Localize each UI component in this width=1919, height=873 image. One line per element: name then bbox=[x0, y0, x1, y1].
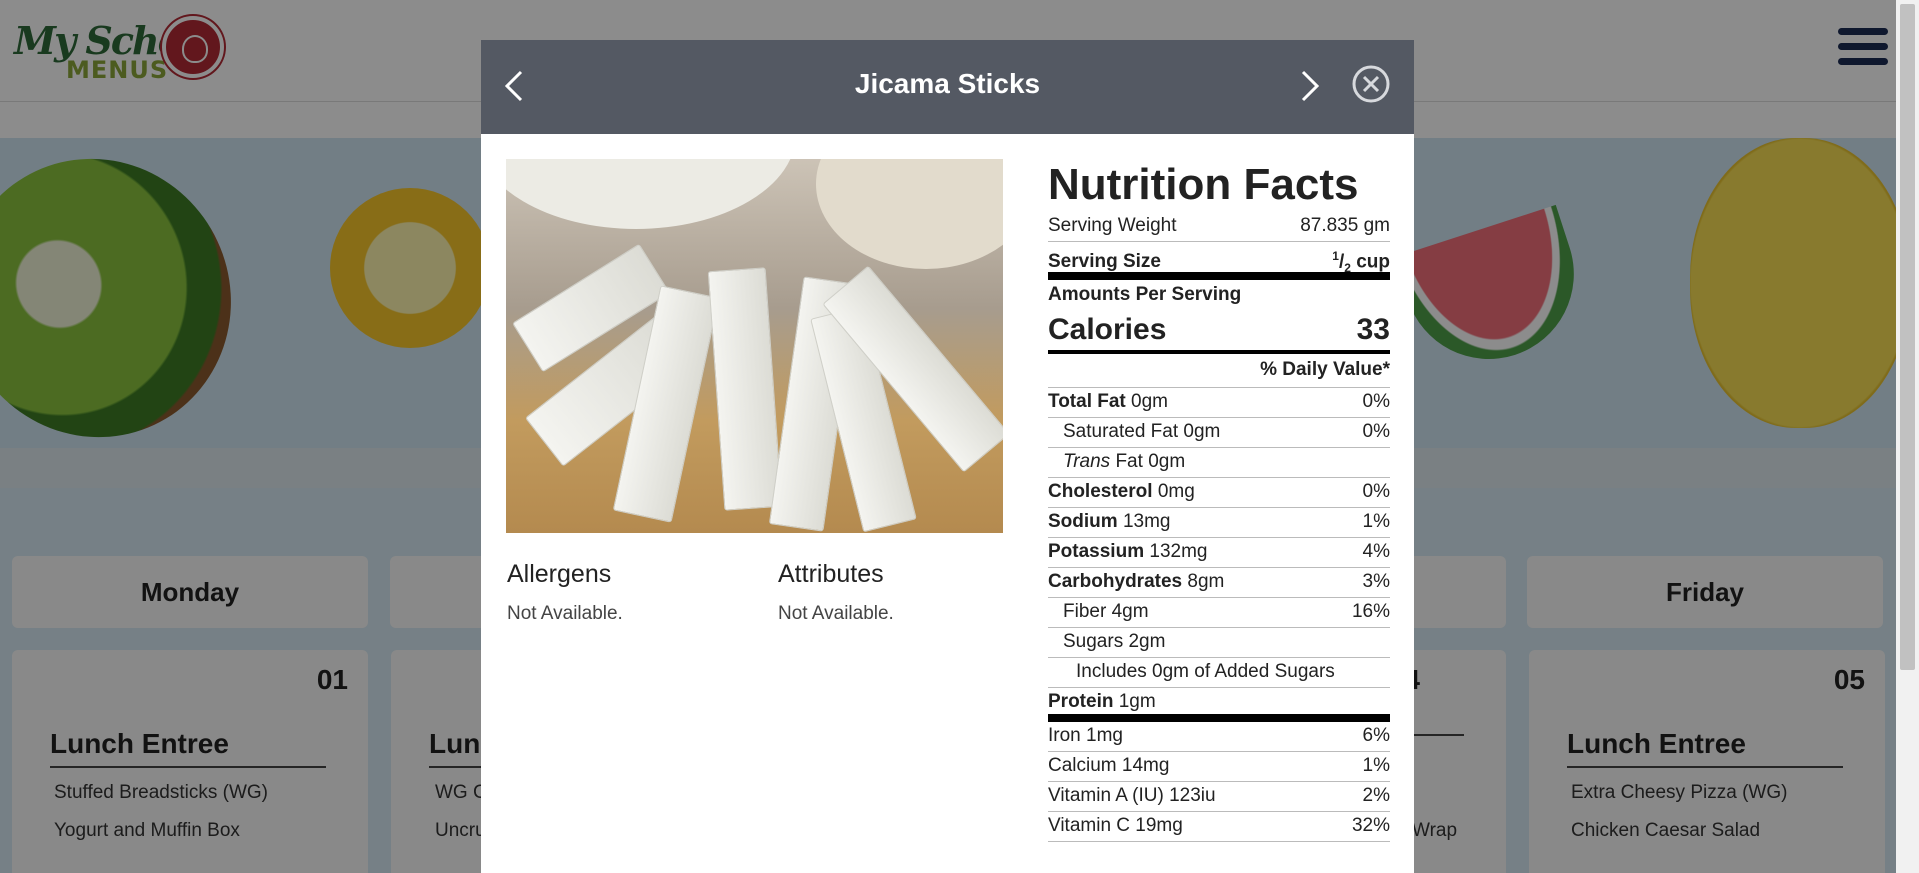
nutrient-amount: 123iu bbox=[1169, 785, 1216, 806]
calories-label: Calories bbox=[1048, 313, 1167, 346]
sodium-row: Sodium 13mg 1% bbox=[1048, 508, 1390, 538]
nutrient-dv: 6% bbox=[1362, 725, 1390, 746]
calcium-row: Calcium 14mg 1% bbox=[1048, 752, 1390, 782]
attributes-heading: Attributes bbox=[778, 560, 884, 588]
fiber-row: Fiber 4gm 16% bbox=[1048, 598, 1390, 628]
trans-fat-row: Trans Fat 0gm bbox=[1048, 448, 1390, 478]
serving-size-numerator: 1 bbox=[1332, 249, 1339, 263]
nutrient-label: Carbohydrates bbox=[1048, 571, 1183, 592]
jicama-round bbox=[816, 159, 1003, 269]
nutrition-facts-label: Nutrition Facts Serving Weight 87.835 gm… bbox=[1048, 158, 1390, 842]
nutrient-label: Fiber bbox=[1063, 601, 1107, 622]
nutrient-label: Sodium bbox=[1048, 511, 1118, 532]
allergens-value: Not Available. bbox=[507, 603, 623, 624]
nutrient-dv: 0% bbox=[1362, 391, 1390, 412]
modal-title: Jicama Sticks bbox=[854, 68, 1041, 99]
iron-row: Iron 1mg 6% bbox=[1048, 722, 1390, 752]
total-fat-row: Total Fat 0gm 0% bbox=[1048, 388, 1390, 418]
vitamin-a-row: Vitamin A (IU) 123iu 2% bbox=[1048, 782, 1390, 812]
nutrient-label: Potassium bbox=[1048, 541, 1145, 562]
nutrient-dv: 1% bbox=[1362, 755, 1390, 776]
calories-value: 33 bbox=[1356, 313, 1390, 346]
nutrient-amount: 132mg bbox=[1149, 541, 1208, 562]
vitamin-c-row: Vitamin C 19mg 32% bbox=[1048, 812, 1390, 842]
serving-weight-value: 87.835 gm bbox=[1300, 215, 1390, 236]
serving-size-row: Serving Size 1/2 cup bbox=[1048, 242, 1390, 280]
serving-size-label: Serving Size bbox=[1048, 251, 1161, 273]
food-photo bbox=[506, 159, 1003, 533]
nutrient-label: Vitamin C bbox=[1048, 815, 1131, 836]
nutrition-modal: Jicama Sticks Allergens Not Available. A… bbox=[481, 40, 1414, 873]
jicama-round bbox=[506, 159, 796, 229]
added-sugars-text: Includes 0gm of Added Sugars bbox=[1076, 661, 1335, 682]
nutrient-label: Sugars bbox=[1063, 631, 1124, 652]
daily-value-header: % Daily Value* bbox=[1048, 354, 1390, 388]
serving-size-denominator: 2 bbox=[1344, 261, 1351, 276]
nutrient-dv: 3% bbox=[1362, 571, 1390, 592]
saturated-fat-row: Saturated Fat 0gm 0% bbox=[1048, 418, 1390, 448]
protein-row: Protein 1gm bbox=[1048, 688, 1390, 722]
added-sugars-row: Includes 0gm of Added Sugars bbox=[1048, 658, 1390, 688]
nutrient-dv: 2% bbox=[1362, 785, 1390, 806]
nutrient-amount: 14mg bbox=[1121, 755, 1170, 776]
nutrient-dv: 32% bbox=[1351, 815, 1390, 836]
scrollbar-thumb[interactable] bbox=[1900, 4, 1915, 670]
serving-weight-label: Serving Weight bbox=[1048, 215, 1177, 236]
cholesterol-row: Cholesterol 0mg 0% bbox=[1048, 478, 1390, 508]
nutrition-facts-title: Nutrition Facts bbox=[1048, 160, 1359, 209]
nutrient-amount: 0gm bbox=[1148, 451, 1186, 472]
nutrient-label: Saturated Fat bbox=[1063, 421, 1179, 442]
jicama-stick bbox=[707, 267, 783, 511]
attributes-value: Not Available. bbox=[778, 603, 894, 624]
calories-row: Calories 33 bbox=[1048, 310, 1390, 354]
allergens-heading: Allergens bbox=[507, 560, 612, 588]
page-scrollbar[interactable] bbox=[1896, 0, 1919, 873]
close-circle-icon[interactable] bbox=[1351, 64, 1391, 104]
carbohydrates-row: Carbohydrates 8gm 3% bbox=[1048, 568, 1390, 598]
nutrient-label: Cholesterol bbox=[1048, 481, 1153, 502]
nutrient-label: Vitamin A (IU) bbox=[1048, 785, 1164, 806]
serving-size-value: 1/2 cup bbox=[1332, 249, 1390, 276]
nutrient-dv: 1% bbox=[1362, 511, 1390, 532]
nutrient-label: Calcium bbox=[1048, 755, 1117, 776]
nutrient-amount: 13mg bbox=[1122, 511, 1171, 532]
nutrient-amount: 19mg bbox=[1135, 815, 1183, 836]
chevron-right-icon[interactable] bbox=[1293, 66, 1327, 106]
nutrient-dv: 4% bbox=[1362, 541, 1390, 562]
nutrient-label-italic: Trans bbox=[1063, 451, 1111, 472]
nutrient-label: Total Fat bbox=[1048, 391, 1126, 412]
nutrient-amount: 1gm bbox=[1118, 691, 1156, 712]
nutrient-amount: 0mg bbox=[1157, 481, 1195, 502]
nutrient-amount: 0gm bbox=[1183, 421, 1221, 442]
modal-header: Jicama Sticks bbox=[481, 40, 1414, 134]
sugars-row: Sugars 2gm bbox=[1048, 628, 1390, 658]
nutrient-amount: 0gm bbox=[1131, 391, 1169, 412]
nutrient-label: Protein bbox=[1048, 691, 1114, 712]
nutrient-amount: 8gm bbox=[1187, 571, 1225, 592]
nutrient-dv: 16% bbox=[1351, 601, 1390, 622]
nutrient-label: Fat bbox=[1115, 451, 1143, 472]
nutrient-dv: 0% bbox=[1362, 481, 1390, 502]
amounts-per-serving: Amounts Per Serving bbox=[1048, 284, 1242, 305]
nutrient-amount: 4gm bbox=[1111, 601, 1149, 622]
potassium-row: Potassium 132mg 4% bbox=[1048, 538, 1390, 568]
nutrient-amount: 1mg bbox=[1086, 725, 1123, 746]
nutrient-label: Iron bbox=[1048, 725, 1081, 746]
serving-size-unit: cup bbox=[1356, 251, 1390, 273]
nutrient-amount: 2gm bbox=[1128, 631, 1166, 652]
serving-weight-row: Serving Weight 87.835 gm bbox=[1048, 212, 1390, 242]
nutrient-dv: 0% bbox=[1362, 421, 1390, 442]
